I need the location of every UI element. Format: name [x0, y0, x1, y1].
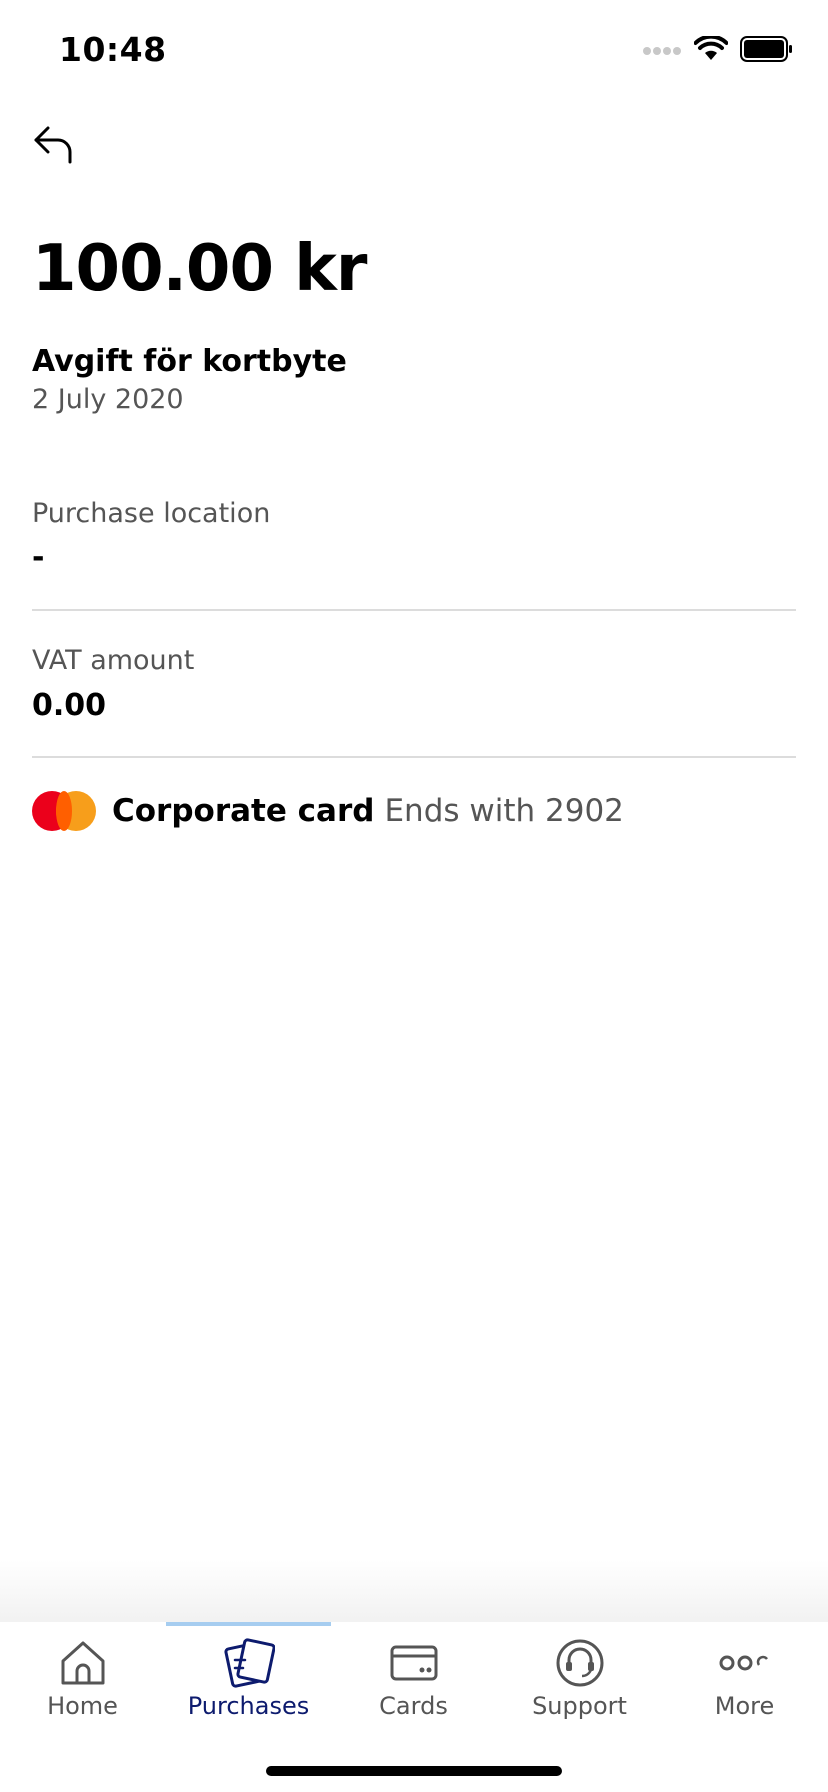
card-ends-with: Ends with 2902	[384, 793, 624, 829]
signal-icon	[642, 42, 682, 61]
receipts-icon	[223, 1638, 275, 1688]
vat-amount-value: 0.00	[32, 688, 107, 723]
more-dots-icon	[719, 1638, 771, 1688]
tab-more[interactable]: More	[662, 1622, 827, 1742]
back-button[interactable]	[28, 122, 80, 170]
card-name: Corporate card	[112, 793, 375, 829]
transaction-amount: 100.00 kr	[32, 232, 367, 306]
home-indicator	[266, 1766, 562, 1776]
status-icons	[642, 34, 794, 66]
transaction-date: 2 July 2020	[32, 384, 184, 415]
status-bar: 10:48	[0, 0, 828, 100]
tab-label: Purchases	[187, 1692, 310, 1720]
tab-home[interactable]: Home	[0, 1622, 165, 1742]
vat-amount-label: VAT amount	[32, 645, 195, 676]
headset-icon	[554, 1638, 606, 1688]
wifi-icon	[693, 34, 729, 66]
purchase-location-label: Purchase location	[32, 498, 271, 529]
divider	[32, 609, 796, 611]
purchase-location-value: -	[32, 540, 45, 575]
tab-cards[interactable]: Cards	[331, 1622, 496, 1742]
merchant-name: Avgift för kortbyte	[32, 344, 347, 379]
tab-bar-shadow	[0, 1560, 828, 1622]
battery-icon	[740, 36, 794, 66]
tab-label: Cards	[379, 1692, 448, 1720]
home-icon	[58, 1638, 108, 1688]
card-icon	[389, 1638, 439, 1688]
status-time: 10:48	[59, 30, 167, 69]
tab-label: More	[714, 1692, 775, 1720]
mastercard-logo-icon	[32, 791, 96, 831]
back-arrow-icon	[32, 124, 76, 168]
card-info-row: Corporate card Ends with 2902	[32, 788, 624, 834]
divider	[32, 756, 796, 758]
tab-support[interactable]: Support	[497, 1622, 662, 1742]
tab-label: Support	[532, 1692, 627, 1720]
tab-purchases[interactable]: Purchases	[166, 1622, 331, 1742]
tab-label: Home	[47, 1692, 118, 1720]
